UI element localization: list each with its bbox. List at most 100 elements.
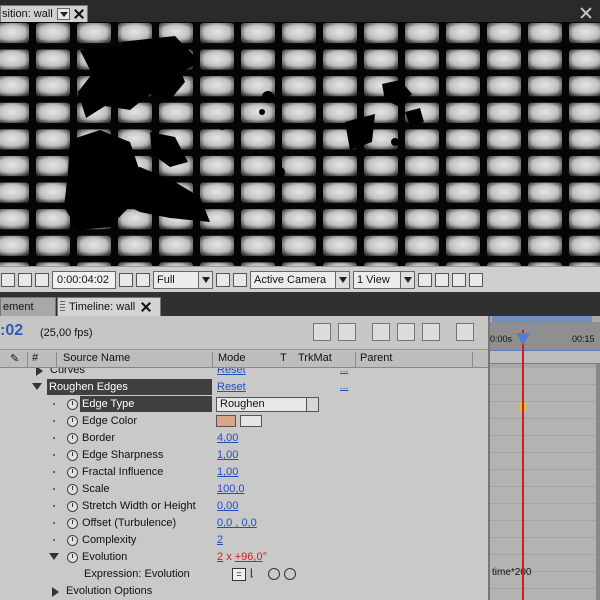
brick-wall-image <box>0 22 600 266</box>
property-value[interactable]: 100,0 <box>217 483 245 495</box>
property-row-fractal-influence[interactable]: Fractal Influence 1,00 <box>0 464 488 481</box>
expression-language-menu-icon[interactable] <box>284 568 296 580</box>
property-value[interactable]: 0,00 <box>217 500 238 512</box>
time-ruler[interactable]: 0:00s 00:15 <box>490 322 600 350</box>
about-link[interactable]: ... <box>340 381 348 392</box>
column-mode[interactable]: Mode <box>218 352 246 364</box>
draft-3d-icon[interactable] <box>338 323 356 341</box>
camera-select[interactable]: Active Camera <box>250 270 350 289</box>
effect-row-curves[interactable]: Curves Reset ... <box>0 368 488 379</box>
evolution-value[interactable]: 2 x +96,0° <box>217 551 267 563</box>
expression-pickwhip-icon[interactable] <box>268 568 280 580</box>
property-value[interactable]: 4,00 <box>217 432 238 444</box>
property-row-border[interactable]: Border 4,00 <box>0 430 488 447</box>
resolution-select[interactable]: Full <box>153 270 213 289</box>
fast-previews-icon[interactable] <box>216 272 230 287</box>
tab-timeline-wall[interactable]: Timeline: wall <box>57 297 161 316</box>
stopwatch-icon[interactable] <box>67 399 78 410</box>
property-name: Complexity <box>82 534 137 546</box>
column-header: ✎ # Source Name Mode T TrkMat Parent <box>0 350 488 370</box>
property-value[interactable]: 1,00 <box>217 466 238 478</box>
evolution-revolutions[interactable]: 2 <box>217 551 223 563</box>
stopwatch-icon[interactable] <box>67 518 78 529</box>
frame-blending-icon[interactable] <box>397 323 415 341</box>
property-row-complexity[interactable]: Complexity 2 <box>0 532 488 549</box>
about-link[interactable]: ... <box>340 368 348 375</box>
column-source-name[interactable]: Source Name <box>63 352 130 364</box>
stopwatch-icon[interactable] <box>67 535 78 546</box>
property-value[interactable]: 1,00 <box>217 449 238 461</box>
expression-graph-icon[interactable]: ⌊ <box>250 568 264 581</box>
reset-link[interactable]: Reset <box>217 381 246 393</box>
time-graph-area[interactable]: 0:00s 00:15 time*200 <box>488 316 600 600</box>
tab-composition[interactable]: sition: wall <box>0 5 88 22</box>
stopwatch-icon[interactable] <box>67 416 78 427</box>
stopwatch-icon[interactable] <box>67 484 78 495</box>
toggle-pixel-aspect-icon[interactable] <box>418 272 432 287</box>
property-row-scale[interactable]: Scale 100,0 <box>0 481 488 498</box>
graph-editor-icon[interactable] <box>456 323 474 341</box>
tab-menu-dropdown[interactable] <box>56 8 70 20</box>
twirl-closed-icon[interactable] <box>52 587 59 597</box>
property-value[interactable]: 0,0 , 0,0 <box>217 517 257 529</box>
magnify-icon[interactable] <box>1 272 15 287</box>
time-navigator[interactable] <box>490 350 600 364</box>
twirl-open-icon[interactable] <box>49 553 59 560</box>
property-row-evolution-options[interactable]: Evolution Options <box>0 583 488 600</box>
property-value[interactable]: 2 <box>217 534 223 546</box>
region-of-interest-icon[interactable] <box>18 272 32 287</box>
timeline-current-time[interactable]: :02 <box>0 322 23 340</box>
transparency-grid-icon[interactable] <box>233 272 247 287</box>
property-row-edge-type[interactable]: Edge Type Roughen <box>0 396 488 413</box>
twirl-closed-icon[interactable] <box>36 368 43 376</box>
stopwatch-icon[interactable] <box>67 467 78 478</box>
comp-flowchart-icon[interactable] <box>452 272 466 287</box>
property-row-evolution[interactable]: Evolution 2 x +96,0° <box>0 549 488 566</box>
current-time-indicator-line[interactable] <box>522 330 524 600</box>
motion-blur-icon[interactable] <box>422 323 440 341</box>
show-channel-icon[interactable] <box>136 272 150 287</box>
column-parent[interactable]: Parent <box>360 352 392 364</box>
stopwatch-icon[interactable] <box>67 552 78 563</box>
view-layout-select[interactable]: 1 View <box>353 270 415 289</box>
tab-element[interactable]: ement <box>0 297 56 316</box>
twirl-open-icon[interactable] <box>32 383 42 390</box>
column-number[interactable]: # <box>32 352 38 364</box>
reset-exposure-icon[interactable] <box>469 272 483 287</box>
vertical-scrollbar[interactable] <box>596 364 600 600</box>
reset-link[interactable]: Reset <box>217 368 246 376</box>
edge-color-swatch[interactable] <box>216 415 236 427</box>
timeline-icon[interactable] <box>435 272 449 287</box>
eyedropper-icon[interactable] <box>240 415 262 427</box>
snapshot-icon[interactable] <box>119 272 133 287</box>
stopwatch-icon[interactable] <box>67 501 78 512</box>
stopwatch-icon[interactable] <box>67 450 78 461</box>
close-icon[interactable] <box>141 302 151 312</box>
property-row-edge-color[interactable]: Edge Color <box>0 413 488 430</box>
keyframe-rows[interactable] <box>490 368 600 600</box>
expression-text[interactable]: time*200 <box>492 567 531 578</box>
current-time-indicator-head[interactable] <box>516 333 530 345</box>
column-trkmat[interactable]: TrkMat <box>298 352 332 364</box>
effect-row-roughen-edges[interactable]: Roughen Edges Reset ... <box>0 379 488 396</box>
panel-close-icon[interactable] <box>578 6 594 20</box>
ruler-start-label: 0:00s <box>490 334 513 344</box>
column-t[interactable]: T <box>280 352 287 364</box>
stopwatch-icon[interactable] <box>67 433 78 444</box>
toggle-transparency-grid-icon[interactable] <box>35 272 49 287</box>
property-row-edge-sharpness[interactable]: Edge Sharpness 1,00 <box>0 447 488 464</box>
expression-enable-icon[interactable]: = <box>232 568 246 581</box>
edge-type-select[interactable]: Roughen <box>216 397 319 412</box>
property-row-offset[interactable]: Offset (Turbulence) 0,0 , 0,0 <box>0 515 488 532</box>
property-row-expression[interactable]: Expression: Evolution = ⌊ <box>0 566 488 583</box>
evolution-degrees[interactable]: +96,0 <box>235 551 263 563</box>
viewer-controls-bar: 0:00:04:02 Full Active Camera 1 View <box>0 266 600 292</box>
hide-shy-layers-icon[interactable] <box>372 323 390 341</box>
tab-grip-icon[interactable] <box>60 301 65 313</box>
composition-canvas[interactable] <box>0 22 600 266</box>
resolution-value: Full <box>157 273 175 286</box>
property-row-stretch[interactable]: Stretch Width or Height 0,00 <box>0 498 488 515</box>
current-time-display[interactable]: 0:00:04:02 <box>52 270 116 289</box>
close-icon[interactable] <box>74 9 84 19</box>
live-update-icon[interactable] <box>313 323 331 341</box>
